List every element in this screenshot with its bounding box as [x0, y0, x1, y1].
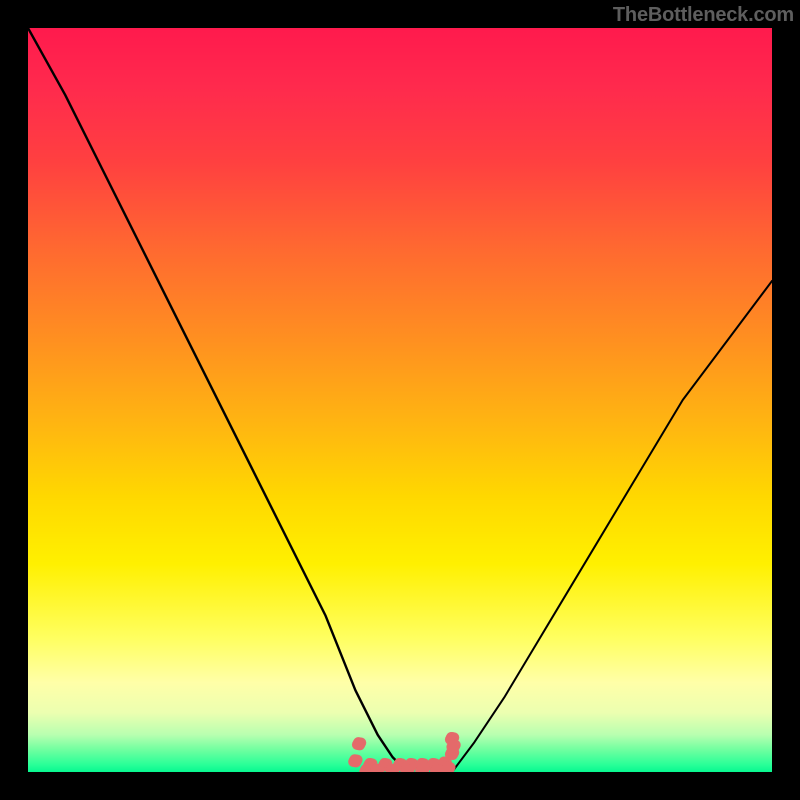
- curve-group: [28, 28, 772, 772]
- plot-area: [28, 28, 772, 772]
- watermark-text: TheBottleneck.com: [613, 4, 794, 27]
- marker-dot: [352, 737, 366, 750]
- marker-dot: [348, 754, 362, 767]
- left-curve: [28, 28, 407, 772]
- chart-frame: TheBottleneck.com: [0, 0, 800, 800]
- marker-group: [348, 732, 461, 772]
- chart-svg: [28, 28, 772, 772]
- right-curve: [452, 281, 772, 772]
